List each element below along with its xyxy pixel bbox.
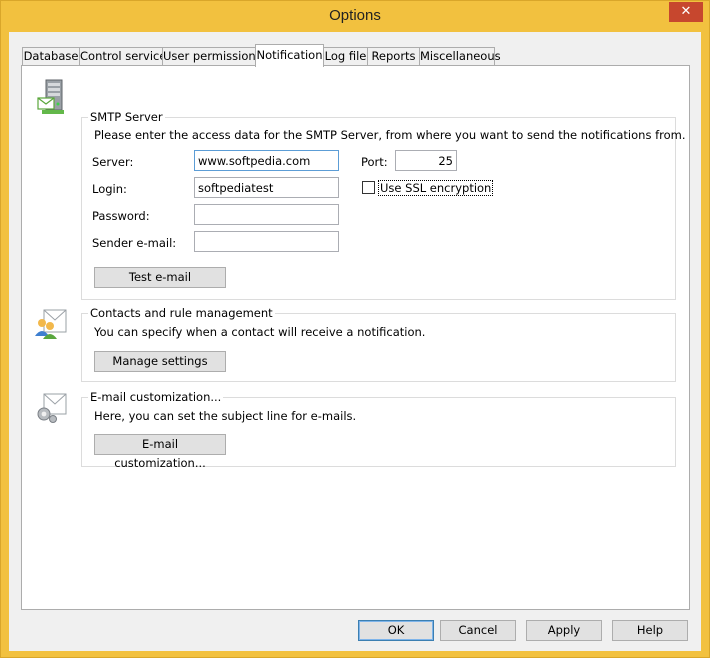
server-icon: [37, 79, 64, 114]
tab-user-permissions[interactable]: User permissions: [162, 47, 262, 65]
smtp-description: Please enter the access data for the SMT…: [94, 128, 686, 142]
contacts-description: You can specify when a contact will rece…: [94, 325, 426, 339]
server-input[interactable]: [194, 150, 339, 171]
test-email-button[interactable]: Test e-mail: [94, 267, 226, 288]
smtp-server-group: SMTP Server Please enter the access data…: [81, 110, 686, 300]
email-customization-group-title: E-mail customization...: [88, 390, 224, 404]
tab-reports[interactable]: Reports: [367, 47, 420, 65]
sender-email-input[interactable]: [194, 231, 339, 252]
ssl-label[interactable]: Use SSL encryption: [378, 180, 494, 196]
tab-notification[interactable]: Notification: [255, 44, 324, 67]
contacts-group: Contacts and rule management You can spe…: [81, 306, 676, 382]
tab-log-file[interactable]: Log file: [323, 47, 368, 65]
window-title: Options: [329, 7, 381, 24]
manage-settings-button[interactable]: Manage settings: [94, 351, 226, 372]
sender-email-label: Sender e-mail:: [92, 236, 177, 250]
tab-database[interactable]: Database: [22, 47, 80, 65]
login-label: Login:: [92, 182, 127, 196]
email-customization-group: E-mail customization... Here, you can se…: [81, 390, 676, 470]
tab-control-service[interactable]: Control service: [79, 47, 166, 65]
cancel-button[interactable]: Cancel: [440, 620, 516, 641]
server-label: Server:: [92, 155, 134, 169]
email-customization-button[interactable]: E-mail customization...: [94, 434, 226, 470]
port-input[interactable]: [395, 150, 457, 171]
mail-settings-icon: [37, 393, 67, 423]
contacts-mail-icon: [35, 309, 67, 339]
tab-miscellaneous[interactable]: Miscellaneous: [419, 47, 501, 65]
dialog-client-area: Database Control service User permission…: [9, 32, 701, 651]
contacts-group-title: Contacts and rule management: [88, 306, 275, 320]
login-input[interactable]: [194, 177, 339, 198]
close-icon: ✕: [680, 4, 692, 19]
smtp-server-group-title: SMTP Server: [88, 110, 165, 124]
notification-tab-panel: SMTP Server Please enter the access data…: [21, 65, 690, 610]
password-label: Password:: [92, 209, 150, 223]
options-window: Options ✕ Database Control service User …: [0, 0, 710, 658]
ok-button[interactable]: OK: [358, 620, 434, 641]
title-bar[interactable]: Options ✕: [1, 1, 709, 32]
email-customization-description: Here, you can set the subject line for e…: [94, 409, 357, 423]
close-button[interactable]: ✕: [669, 2, 703, 22]
apply-button[interactable]: Apply: [526, 620, 602, 641]
ssl-checkbox[interactable]: [362, 181, 375, 194]
help-button[interactable]: Help: [612, 620, 688, 641]
port-label: Port:: [361, 155, 388, 169]
password-input[interactable]: [194, 204, 339, 225]
